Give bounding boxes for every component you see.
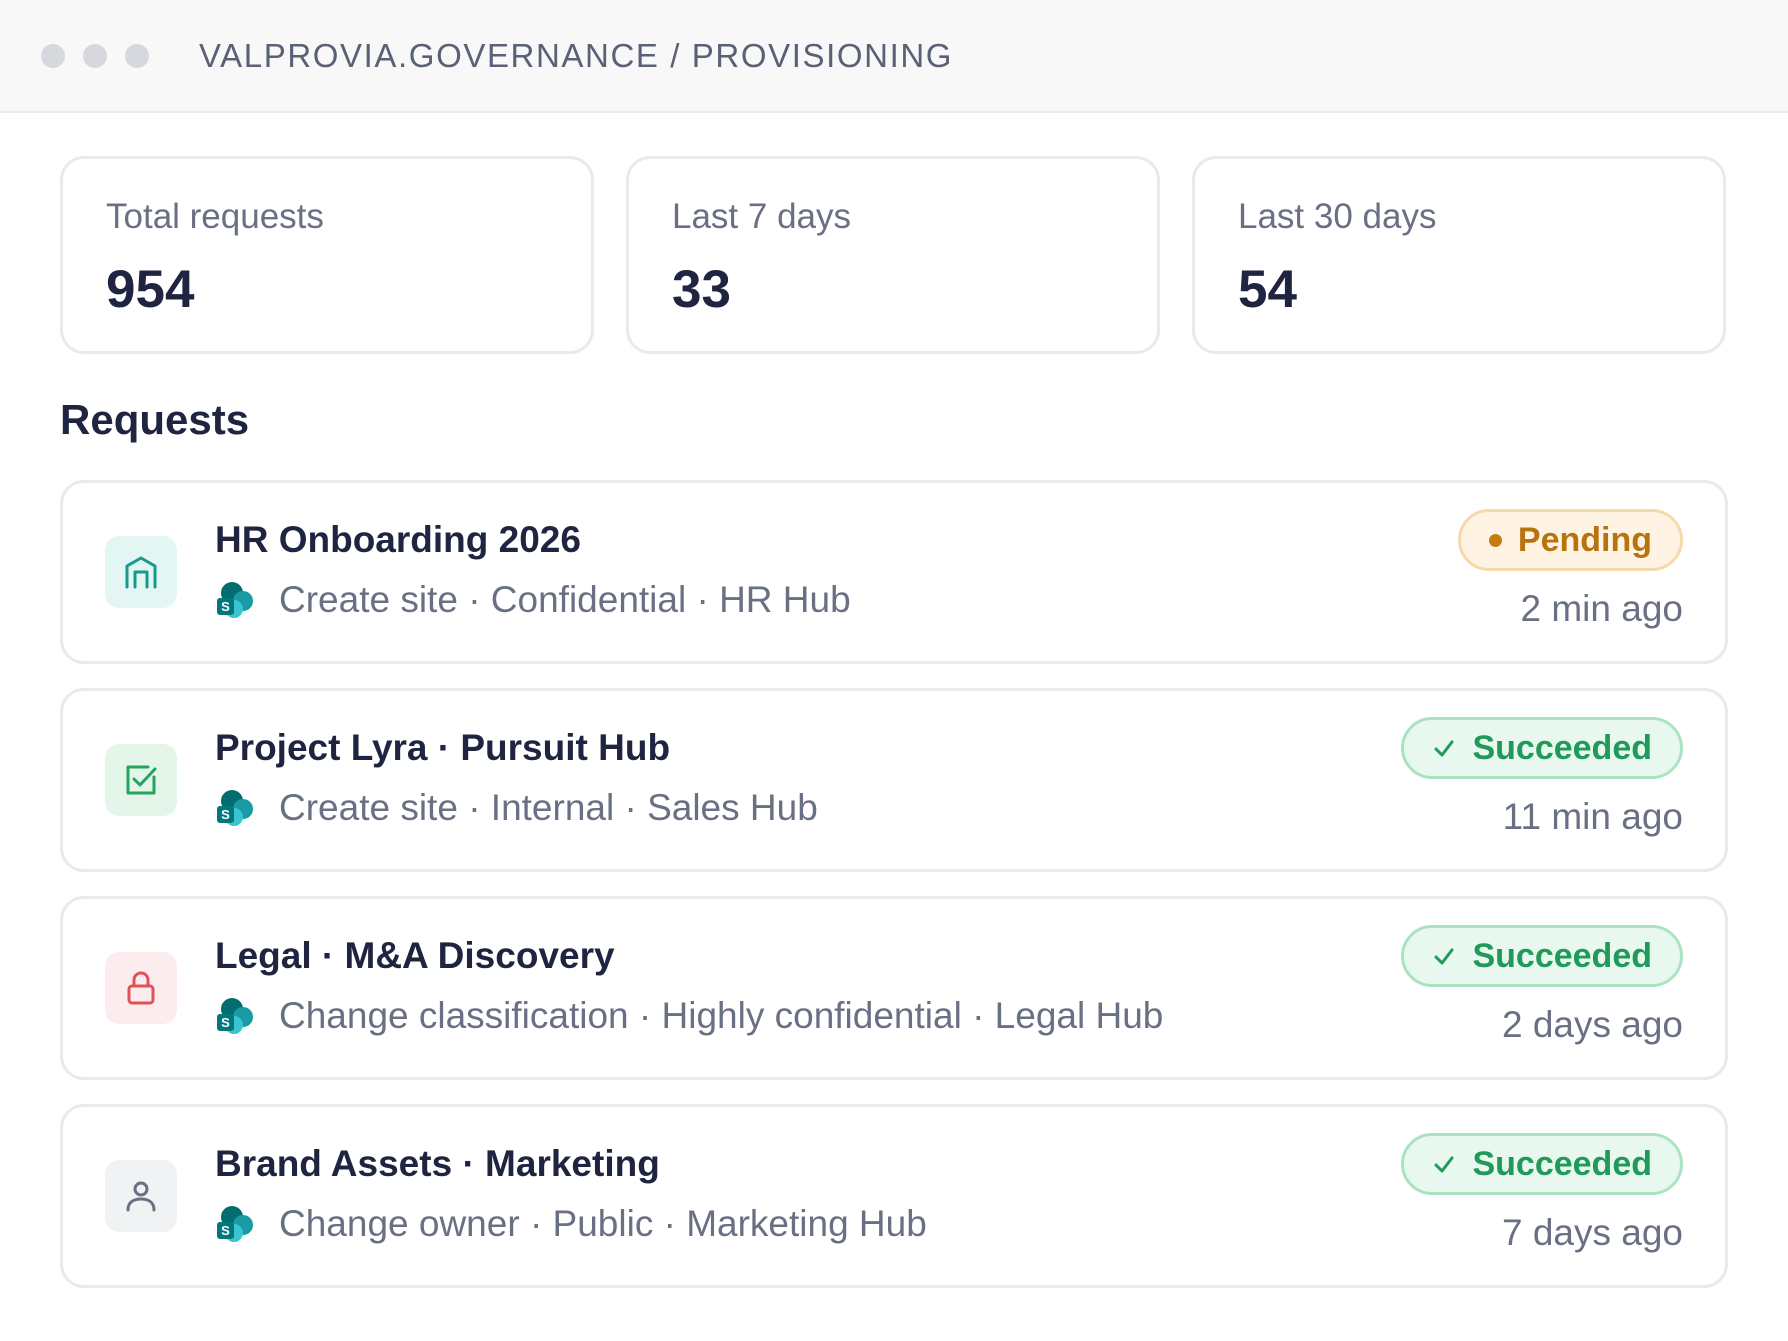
request-meta: S Change classification · Highly confide…	[215, 995, 1163, 1037]
stat-card-total: Total requests 954	[60, 156, 594, 354]
window-close-dot[interactable]	[41, 43, 65, 68]
sharepoint-icon: S	[217, 1206, 253, 1242]
stat-label: Total requests	[106, 197, 324, 236]
stat-value: 954	[106, 260, 195, 319]
status-badge: Succeeded	[1401, 717, 1683, 779]
status-label: Succeeded	[1472, 936, 1652, 975]
stats-row: Total requests 954 Last 7 days 33 Last 3…	[60, 156, 1726, 354]
stat-card-last-30-days: Last 30 days 54	[1192, 156, 1726, 354]
stat-value: 33	[672, 260, 731, 319]
svg-text:S: S	[221, 807, 230, 822]
request-list: HR Onboarding 2026 S Create site · Confi…	[60, 480, 1728, 1312]
request-subtitle: Change classification · Highly confident…	[279, 995, 1164, 1036]
status-badge: Succeeded	[1401, 925, 1683, 987]
request-title: Project Lyra · Pursuit Hub	[215, 727, 671, 768]
pending-dot-icon	[1488, 533, 1502, 547]
request-row[interactable]: Legal · M&A Discovery S Change classific…	[60, 896, 1728, 1080]
checkbox-icon	[105, 744, 177, 816]
request-meta: S Create site · Confidential · HR Hub	[215, 579, 851, 621]
svg-text:S: S	[221, 1223, 230, 1238]
status-label: Succeeded	[1472, 728, 1652, 767]
request-meta: S Create site · Internal · Sales Hub	[215, 787, 818, 829]
window-minimize-dot[interactable]	[83, 43, 107, 68]
sharepoint-icon: S	[217, 582, 253, 618]
lock-icon	[105, 952, 177, 1024]
building-icon	[105, 536, 177, 608]
stat-label: Last 30 days	[1238, 197, 1437, 236]
request-title: Legal · M&A Discovery	[215, 935, 615, 976]
section-title-requests: Requests	[60, 396, 250, 443]
request-subtitle: Change owner · Public · Marketing Hub	[279, 1203, 927, 1244]
request-title: HR Onboarding 2026	[215, 519, 581, 560]
request-row[interactable]: Brand Assets · Marketing S Change owner …	[60, 1104, 1728, 1288]
status-label: Succeeded	[1472, 1144, 1652, 1183]
request-time: 11 min ago	[1502, 796, 1683, 837]
request-time: 2 min ago	[1520, 588, 1684, 629]
window-zoom-dot[interactable]	[125, 43, 149, 68]
request-meta: S Change owner · Public · Marketing Hub	[215, 1203, 927, 1245]
sharepoint-icon: S	[217, 998, 253, 1034]
window-controls	[41, 43, 149, 68]
request-subtitle: Create site · Internal · Sales Hub	[279, 787, 818, 828]
request-title: Brand Assets · Marketing	[215, 1143, 660, 1184]
svg-text:S: S	[221, 599, 230, 614]
request-subtitle: Create site · Confidential · HR Hub	[279, 579, 851, 620]
stat-card-last-7-days: Last 7 days 33	[626, 156, 1160, 354]
check-icon	[1434, 1156, 1454, 1173]
check-icon	[1434, 948, 1454, 965]
check-icon	[1434, 740, 1454, 757]
request-row[interactable]: Project Lyra · Pursuit Hub S Create site…	[60, 688, 1728, 872]
request-time: 2 days ago	[1501, 1004, 1683, 1045]
request-row[interactable]: HR Onboarding 2026 S Create site · Confi…	[60, 480, 1728, 664]
user-icon	[105, 1160, 177, 1232]
breadcrumb: VALPROVIA.GOVERNANCE / PROVISIONING	[199, 36, 954, 74]
status-label: Pending	[1517, 520, 1652, 559]
request-time: 7 days ago	[1501, 1212, 1683, 1253]
stat-value: 54	[1238, 260, 1297, 319]
status-badge: Pending	[1457, 509, 1683, 571]
status-badge: Succeeded	[1401, 1133, 1683, 1195]
svg-text:S: S	[221, 1015, 230, 1030]
sharepoint-icon: S	[217, 790, 253, 826]
stat-label: Last 7 days	[672, 197, 851, 236]
window-titlebar: VALPROVIA.GOVERNANCE / PROVISIONING	[0, 0, 1788, 113]
